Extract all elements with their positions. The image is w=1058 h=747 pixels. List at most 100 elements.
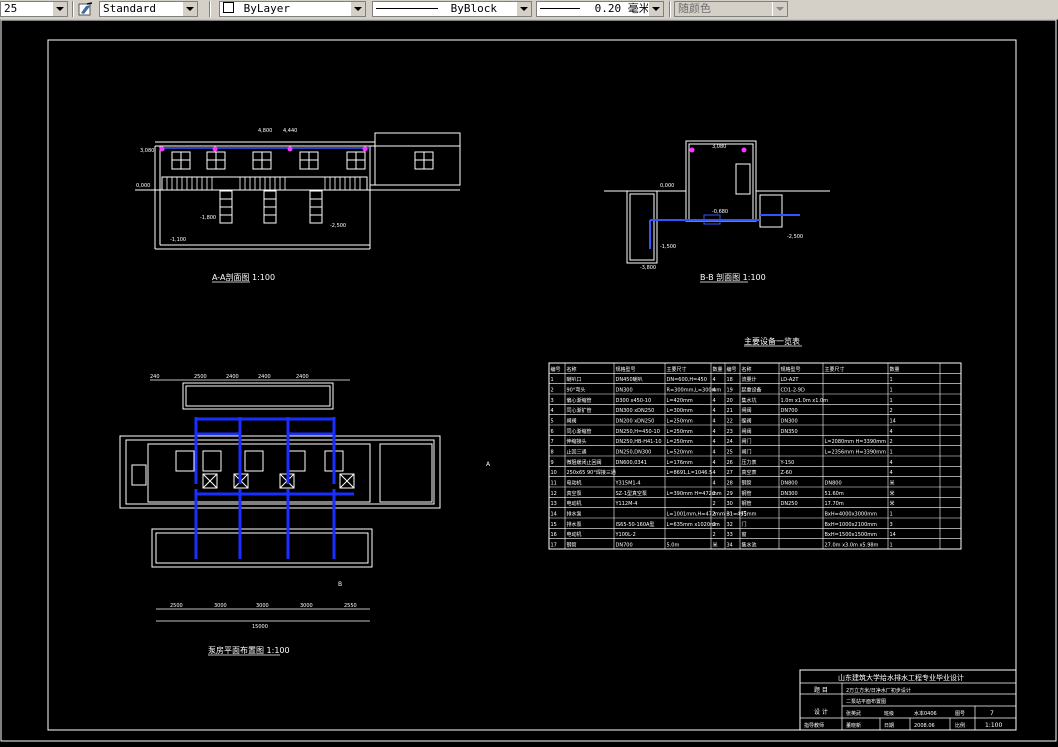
table-cell: 4 bbox=[713, 429, 716, 435]
table-cell: 闸阀 bbox=[742, 407, 752, 414]
linetype-combo[interactable]: ByBlock bbox=[372, 1, 532, 17]
section-aa: -1,800 -1,100 -2,500 0,000 3,080 4,800 4… bbox=[135, 128, 461, 283]
table-cell: 4 bbox=[551, 408, 554, 414]
plot-style-combo[interactable]: 随颜色 bbox=[674, 1, 788, 17]
table-cell: 微阻缓闭止回阀 bbox=[567, 459, 602, 466]
linetype-sample bbox=[376, 8, 438, 9]
date-value: 2008.06 bbox=[914, 723, 935, 729]
chevron-down-icon[interactable] bbox=[52, 2, 67, 16]
dim-label: 2400 bbox=[296, 374, 309, 380]
table-cell: 1 bbox=[890, 512, 893, 518]
table-cell: 钢管 bbox=[567, 542, 577, 549]
chevron-down-icon[interactable] bbox=[182, 2, 197, 16]
table-cell: 51.60m bbox=[825, 491, 844, 497]
pump-house-plan: 240 2500 2400 2400 2400 A B 2500 3000 30… bbox=[119, 374, 491, 656]
drawing-no: 7 bbox=[990, 710, 994, 717]
style-name-value: Standard bbox=[103, 2, 156, 15]
table-header-cell: 主要尺寸 bbox=[667, 366, 687, 373]
class-value: 水本0406 bbox=[914, 710, 937, 717]
table-cell: 3 bbox=[551, 398, 554, 404]
table-cell: 3 bbox=[890, 522, 893, 528]
table-cell: 13 bbox=[551, 501, 557, 507]
class-label: 班级 bbox=[884, 710, 894, 717]
table-cell: 闸阀 bbox=[742, 428, 752, 435]
table-cell: 14 bbox=[551, 512, 557, 518]
table-cell: 4 bbox=[713, 481, 716, 487]
model-space-canvas[interactable]: -1,800 -1,100 -2,500 0,000 3,080 4,800 4… bbox=[0, 19, 1058, 743]
project-label: 题 目 bbox=[814, 687, 828, 694]
table-cell: 1 bbox=[890, 388, 893, 394]
drawing-name: 二泵站平面布置图 bbox=[846, 698, 886, 705]
style-name-combo[interactable]: Standard bbox=[99, 1, 198, 17]
table-cell: 17 bbox=[551, 543, 557, 549]
table-header-cell: 名称 bbox=[742, 366, 752, 373]
table-cell: 同心渐扩管 bbox=[567, 407, 592, 414]
table-cell: L=176mm bbox=[667, 460, 693, 466]
date-label: 日期 bbox=[884, 723, 894, 729]
table-header-cell: 规格型号 bbox=[616, 366, 636, 373]
table-cell: L=250mm bbox=[667, 429, 693, 435]
level-label: 0,000 bbox=[660, 183, 674, 189]
table-cell: 31 bbox=[727, 512, 733, 518]
chevron-down-icon[interactable] bbox=[350, 2, 365, 16]
toolbar-separator bbox=[72, 1, 74, 17]
dim-label: 3000 bbox=[256, 603, 269, 609]
table-cell: L=250mm bbox=[667, 439, 693, 445]
level-label: 3,080 bbox=[140, 148, 154, 154]
lineweight-combo[interactable]: 0.20 毫米 bbox=[536, 1, 664, 17]
dim-label: 2400 bbox=[226, 374, 239, 380]
chevron-down-icon[interactable] bbox=[648, 2, 663, 16]
table-cell: L=2356mm H=3390mm bbox=[825, 450, 887, 456]
dim-label: 2400 bbox=[258, 374, 271, 380]
paper-border bbox=[0, 19, 1057, 742]
table-cell: 闸门 bbox=[742, 449, 752, 456]
section-aa-caption: A-A剖面图 1:100 bbox=[212, 272, 275, 282]
table-cell: DN300 xDN250 bbox=[616, 408, 655, 414]
section-mark: A bbox=[486, 461, 491, 468]
table-cell: 1 bbox=[890, 450, 893, 456]
toolbar-separator bbox=[669, 1, 671, 17]
section-bb: 3,080 0,000 -0,680 -1,500 -2,500 -3,800 … bbox=[604, 140, 830, 283]
dim-label: 3000 bbox=[214, 603, 227, 609]
level-label: 3,080 bbox=[712, 144, 726, 150]
title-block: 山东建筑大学给水排水工程专业毕业设计 题 目 2万立方米/日净水厂初步设计 二泵… bbox=[799, 669, 1017, 731]
chevron-down-icon[interactable] bbox=[516, 2, 531, 16]
table-cell: 4 bbox=[890, 460, 893, 466]
table-cell: 2 bbox=[713, 512, 716, 518]
layer-value: ByLayer bbox=[243, 2, 290, 15]
table-cell: 20 bbox=[727, 398, 733, 404]
level-label: -2,500 bbox=[330, 223, 346, 229]
table-cell: 米 bbox=[890, 480, 895, 487]
table-cell: LD-A2T bbox=[781, 377, 800, 383]
table-cell: 4 bbox=[713, 439, 716, 445]
table-cell: 集水池 bbox=[742, 542, 757, 549]
table-cell: 2 bbox=[713, 522, 716, 528]
table-header-cell: 数量 bbox=[890, 366, 900, 373]
table-cell: 止回三通 bbox=[567, 449, 587, 456]
table-cell: 1 bbox=[890, 398, 893, 404]
dim-label: 15000 bbox=[252, 624, 268, 630]
text-style-combo[interactable]: 25 bbox=[0, 1, 68, 17]
project-title: 2万立方米/日净水厂初步设计 bbox=[846, 687, 911, 694]
layer-combo[interactable]: ByLayer bbox=[219, 1, 366, 17]
table-cell: 1.0m x1.0m x1.0m bbox=[781, 398, 829, 404]
table-cell: BxH=4000x3000mm bbox=[825, 512, 878, 518]
chevron-down-icon[interactable] bbox=[772, 2, 787, 16]
table-cell: 90°弯头 bbox=[567, 387, 586, 394]
text-style-icon[interactable] bbox=[78, 2, 94, 17]
text-style-value: 25 bbox=[4, 2, 18, 15]
table-cell: 电动机 bbox=[567, 531, 582, 538]
table-cell: L=2080mm H=3390mm bbox=[825, 439, 887, 445]
table-cell: 29 bbox=[727, 491, 733, 497]
table-cell: DN250,H=450-10 bbox=[616, 429, 660, 435]
table-cell: DN700 bbox=[781, 408, 798, 414]
table-cell: 闸门 bbox=[742, 438, 752, 445]
table-cell: Y-150 bbox=[780, 460, 795, 466]
table-cell: L=420mm bbox=[667, 398, 693, 404]
table-cell: 压力表 bbox=[742, 459, 757, 466]
tutor-label: 指导教师 bbox=[804, 722, 824, 729]
table-cell: DN250,HB-H41-10 bbox=[616, 439, 662, 445]
table-cell: 26 bbox=[727, 460, 733, 466]
drawing-svg[interactable]: -1,800 -1,100 -2,500 0,000 3,080 4,800 4… bbox=[0, 19, 1058, 743]
table-cell: 窗 bbox=[742, 531, 747, 538]
